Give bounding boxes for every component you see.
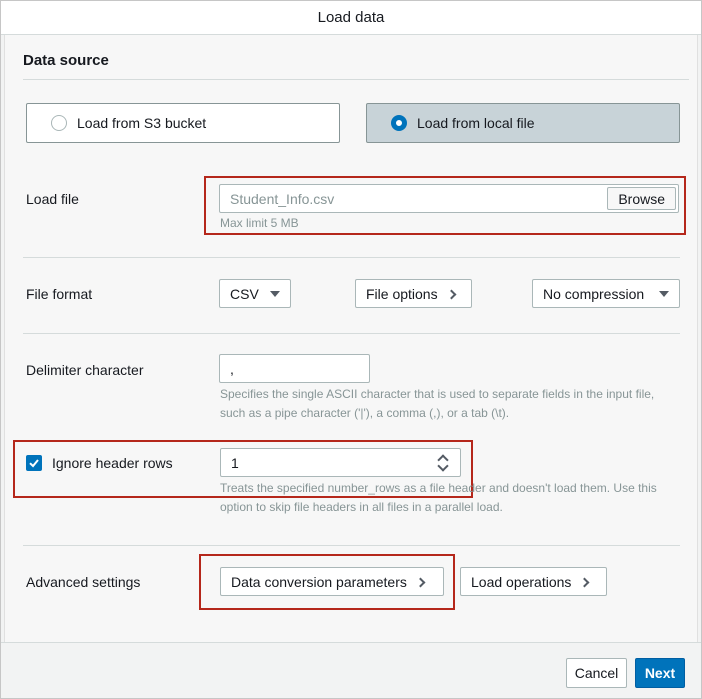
delimiter-input[interactable]: , xyxy=(219,354,370,383)
radio-label-s3: Load from S3 bucket xyxy=(77,115,207,131)
section-title-data-source: Data source xyxy=(23,52,109,69)
load-operations-label: Load operations xyxy=(471,573,572,590)
load-file-hint: Max limit 5 MB xyxy=(220,216,299,230)
load-file-label: Load file xyxy=(26,191,79,207)
ignore-header-checkbox[interactable] xyxy=(26,455,42,471)
chevron-right-icon xyxy=(415,577,426,587)
delimiter-hint: Specifies the single ASCII character tha… xyxy=(220,387,655,420)
file-format-value: CSV xyxy=(230,285,259,302)
footer-divider xyxy=(1,642,701,643)
cancel-button[interactable]: Cancel xyxy=(566,658,627,688)
file-path-value: Student_Info.csv xyxy=(230,190,335,207)
radio-selected-icon xyxy=(391,115,407,131)
divider xyxy=(23,79,689,80)
radio-load-from-s3[interactable]: Load from S3 bucket xyxy=(26,103,340,143)
delimiter-label: Delimiter character xyxy=(26,362,144,378)
radio-load-from-local-file[interactable]: Load from local file xyxy=(366,103,680,143)
data-conversion-parameters-button[interactable]: Data conversion parameters xyxy=(220,567,444,596)
file-format-label: File format xyxy=(26,286,93,302)
file-options-label: File options xyxy=(366,285,438,302)
chevron-right-icon xyxy=(446,289,457,299)
file-path-input[interactable]: Student_Info.csv Browse xyxy=(219,184,679,213)
load-data-dialog: Load data Data source Load from S3 bucke… xyxy=(0,0,702,699)
compression-select[interactable]: No compression xyxy=(532,279,680,308)
delimiter-value: , xyxy=(230,360,234,377)
checkmark-icon xyxy=(29,459,39,468)
radio-label-local: Load from local file xyxy=(417,115,535,131)
browse-button[interactable]: Browse xyxy=(607,187,676,210)
load-operations-button[interactable]: Load operations xyxy=(460,567,607,596)
data-conversion-label: Data conversion parameters xyxy=(231,573,407,590)
divider xyxy=(23,545,680,546)
advanced-settings-label: Advanced settings xyxy=(26,574,141,590)
file-format-select[interactable]: CSV xyxy=(219,279,291,308)
caret-down-icon xyxy=(659,290,669,297)
ignore-header-rows-input[interactable]: 1 xyxy=(220,448,461,477)
compression-value: No compression xyxy=(543,285,645,302)
next-button[interactable]: Next xyxy=(635,658,685,688)
divider xyxy=(23,257,680,258)
divider xyxy=(23,333,680,334)
ignore-header-rows-value: 1 xyxy=(231,454,239,471)
ignore-header-hint: Treats the specified number_rows as a fi… xyxy=(220,481,657,514)
number-stepper[interactable] xyxy=(433,448,461,477)
radio-unselected-icon xyxy=(51,115,67,131)
caret-down-icon xyxy=(270,290,280,297)
dialog-title: Load data xyxy=(1,1,701,35)
chevron-right-icon xyxy=(579,577,590,587)
ignore-header-label: Ignore header rows xyxy=(52,455,173,471)
file-options-button[interactable]: File options xyxy=(355,279,472,308)
